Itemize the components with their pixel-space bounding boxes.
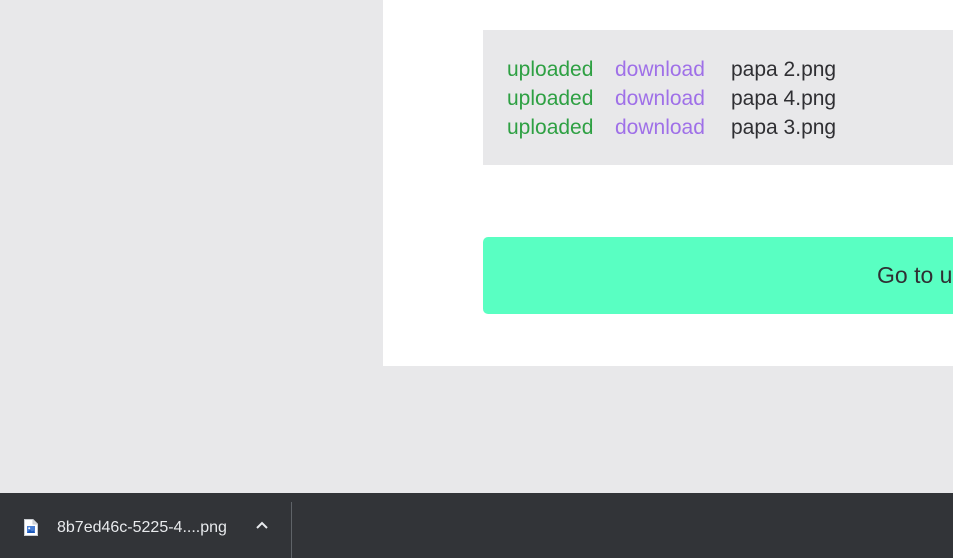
download-filename: 8b7ed46c-5225-4....png [57,519,227,536]
download-link[interactable]: download [615,55,731,84]
download-link[interactable]: download [615,84,731,113]
download-item[interactable]: 8b7ed46c-5225-4....png [0,493,291,558]
file-row: uploaded download papa 4.png [507,84,836,113]
go-to-upload-button[interactable]: Go to u [483,237,953,314]
upload-status: uploaded [507,87,594,110]
download-bar-divider [291,502,292,558]
download-bar: 8b7ed46c-5225-4....png [0,493,953,558]
upload-card: uploaded download papa 2.png uploaded do… [383,0,953,366]
page: uploaded download papa 2.png uploaded do… [0,0,953,558]
uploaded-files-list: uploaded download papa 2.png uploaded do… [483,30,953,165]
image-file-icon [24,519,38,536]
upload-status: uploaded [507,116,594,139]
go-to-upload-button-label: Go to u [877,262,953,288]
file-row: uploaded download papa 3.png [507,113,836,142]
chevron-up-icon[interactable] [255,520,269,530]
download-link[interactable]: download [615,113,731,142]
file-name: papa 4.png [731,87,837,110]
upload-status: uploaded [507,58,594,81]
file-row: uploaded download papa 2.png [507,55,836,84]
file-name: papa 3.png [731,116,837,139]
file-name: papa 2.png [731,58,837,81]
